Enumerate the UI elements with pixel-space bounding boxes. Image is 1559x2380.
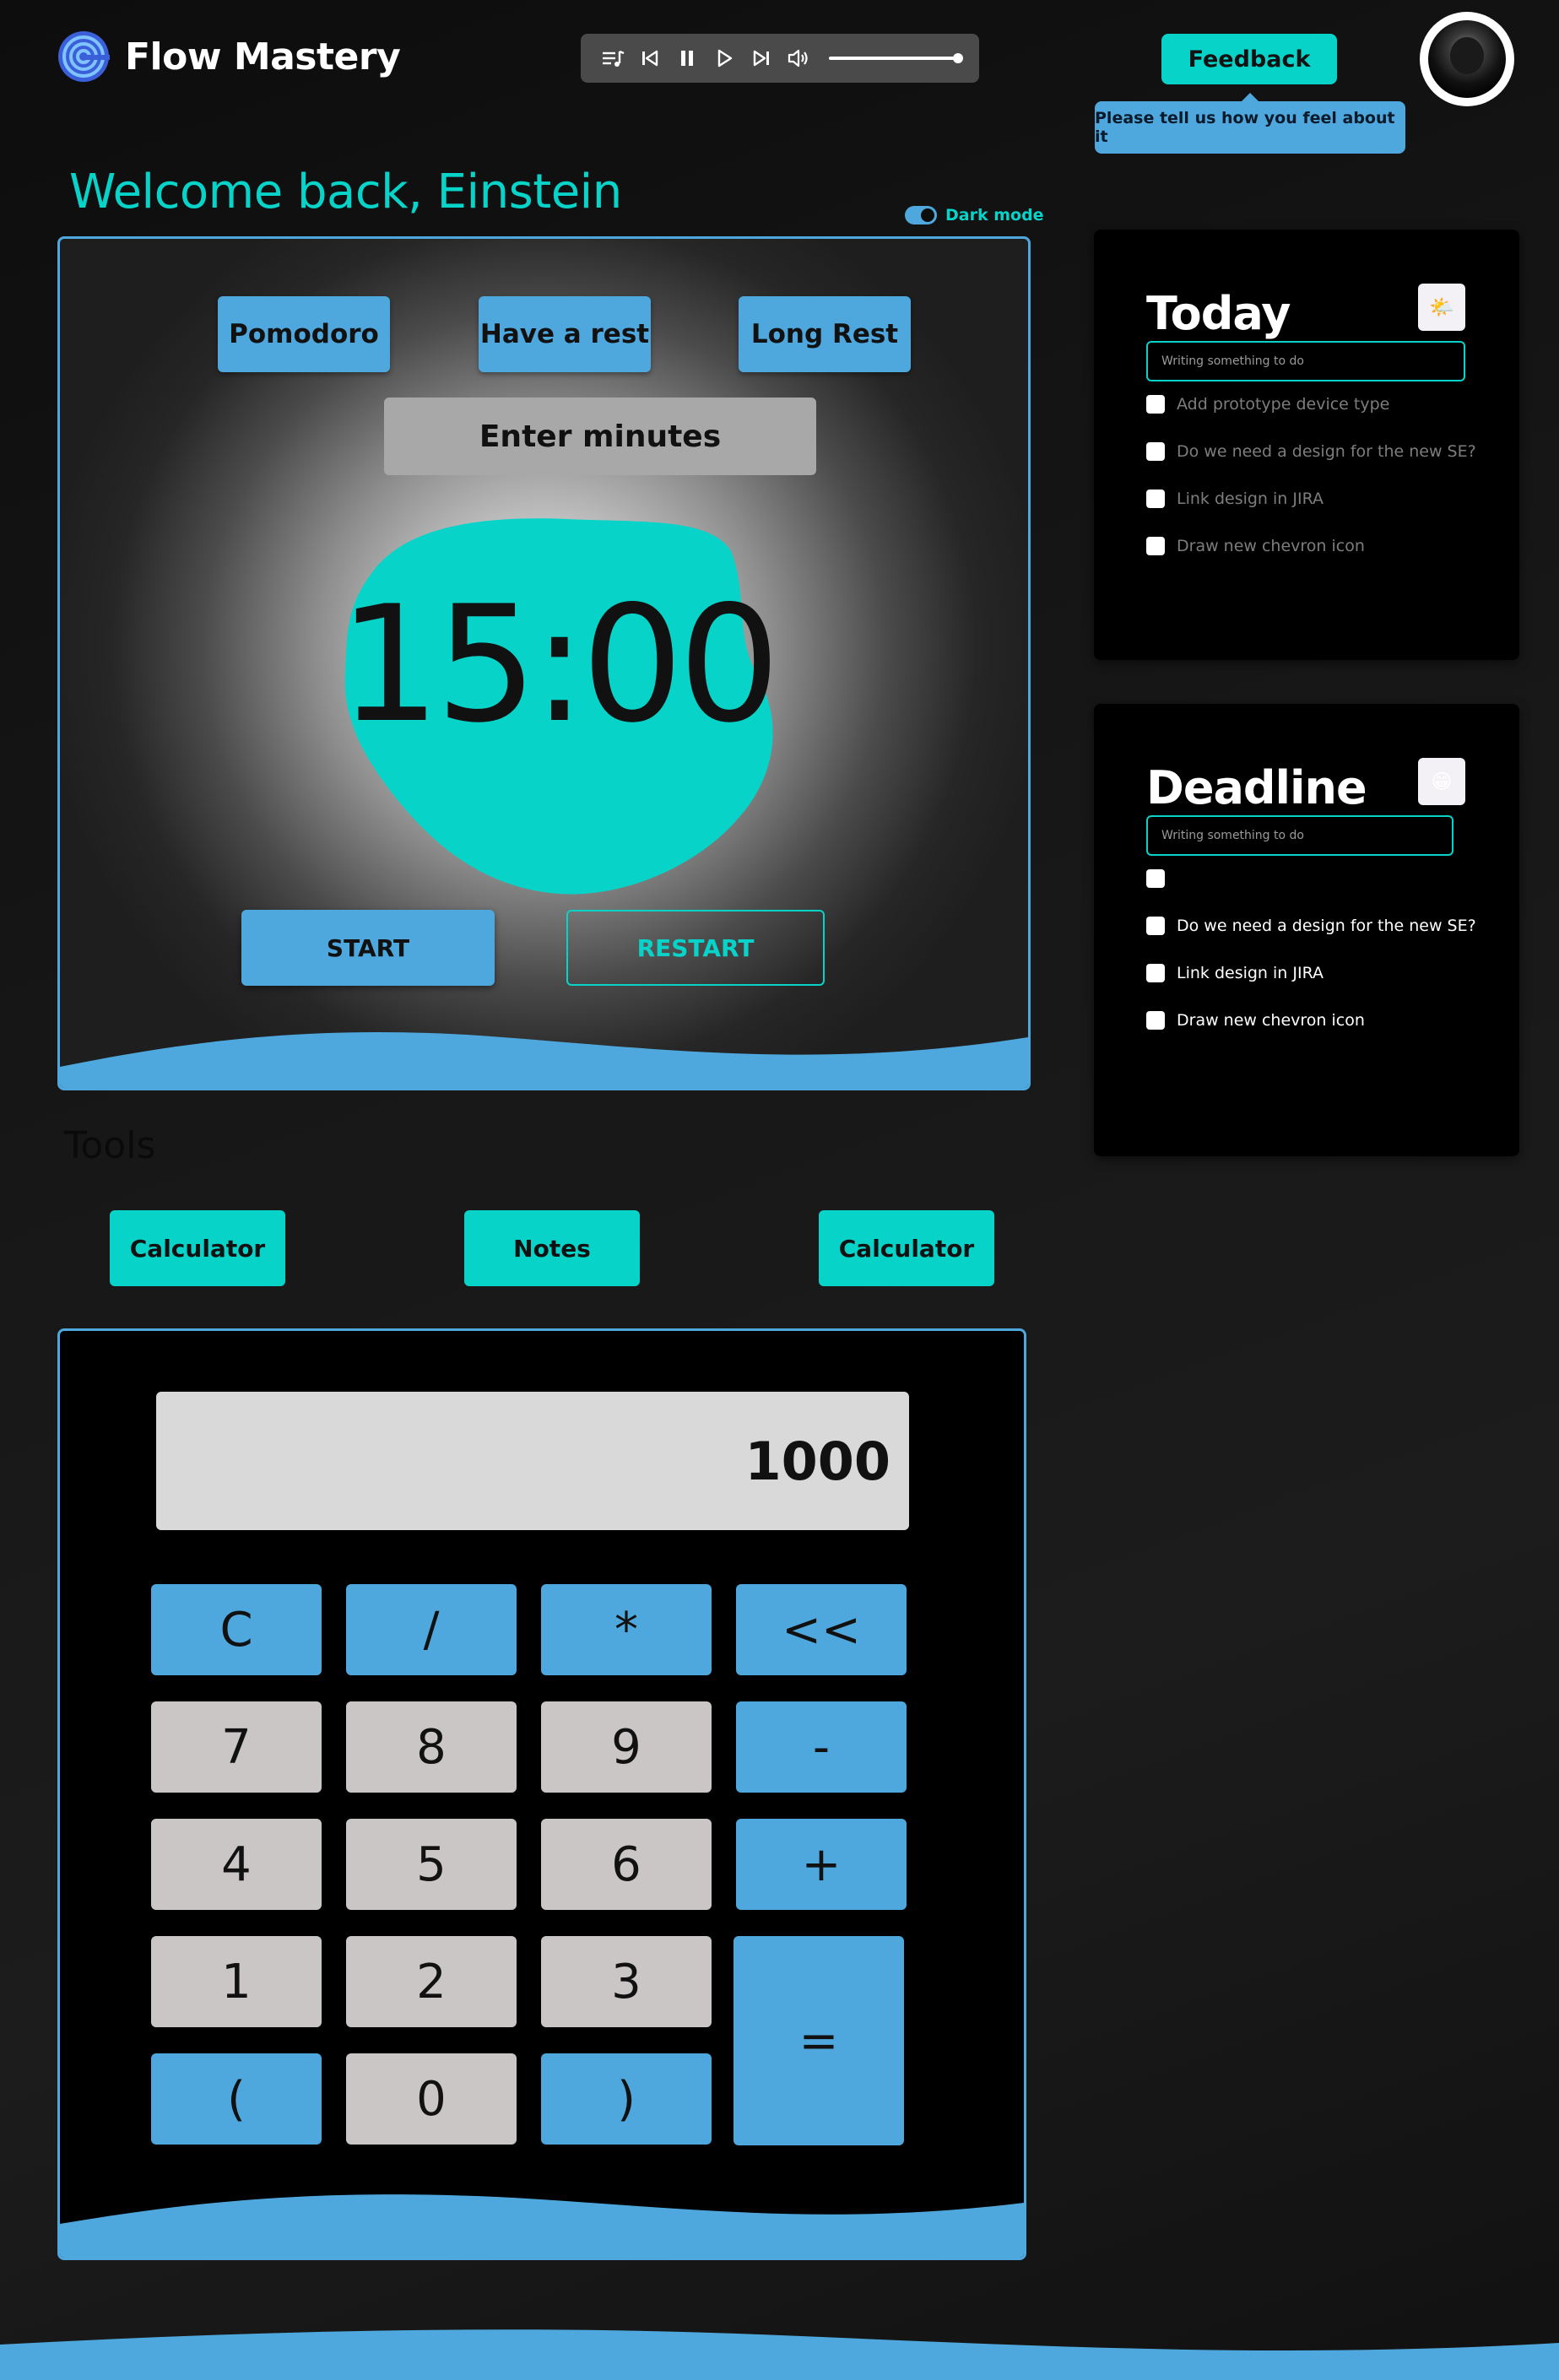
- today-task-input[interactable]: [1146, 341, 1465, 381]
- deadline-task-item[interactable]: Link design in JIRA: [1146, 964, 1324, 982]
- timer-wave-decoration: [60, 1031, 1028, 1088]
- today-task-item[interactable]: Add prototype device type: [1146, 395, 1389, 414]
- tools-heading: Tools: [64, 1124, 156, 1167]
- calc-key-2[interactable]: 2: [346, 1936, 517, 2027]
- calculator-tool-button-2[interactable]: Calculator: [819, 1210, 994, 1286]
- play-icon[interactable]: [712, 46, 736, 71]
- pause-icon[interactable]: [675, 46, 699, 71]
- task-label: Draw new chevron icon: [1177, 1011, 1365, 1030]
- calc-key-minus[interactable]: -: [736, 1701, 907, 1793]
- calculator-panel: 1000 C / * << 7 8 9 - 4 5 6 + 1 2 3 = ( …: [57, 1328, 1026, 2260]
- calc-key-1[interactable]: 1: [151, 1936, 322, 2027]
- calc-key-3[interactable]: 3: [541, 1936, 712, 2027]
- calculator-tool-button[interactable]: Calculator: [110, 1210, 285, 1286]
- dark-mode-control[interactable]: Dark mode: [905, 206, 1044, 224]
- task-checkbox[interactable]: [1146, 442, 1165, 461]
- volume-slider[interactable]: [829, 53, 963, 63]
- dark-mode-toggle[interactable]: [905, 206, 937, 224]
- today-title: Today: [1146, 287, 1291, 340]
- calc-key-backspace[interactable]: <<: [736, 1584, 907, 1675]
- playlist-icon[interactable]: [601, 46, 625, 71]
- timer-display: 15:00: [338, 571, 781, 758]
- calc-key-6[interactable]: 6: [541, 1819, 712, 1910]
- calc-key-close-paren[interactable]: ): [541, 2053, 712, 2145]
- app-logo[interactable]: Flow Mastery: [57, 30, 401, 83]
- restart-button[interactable]: RESTART: [566, 910, 825, 986]
- have-a-rest-button[interactable]: Have a rest: [479, 296, 651, 372]
- calc-key-4[interactable]: 4: [151, 1819, 322, 1910]
- task-checkbox[interactable]: [1146, 1011, 1165, 1030]
- spiral-logo-icon: [58, 31, 110, 82]
- task-checkbox[interactable]: [1146, 964, 1165, 982]
- deadline-task-item[interactable]: Draw new chevron icon: [1146, 1011, 1365, 1030]
- minutes-input[interactable]: [384, 398, 816, 475]
- page-footer-wave: [0, 2329, 1559, 2380]
- app-name: Flow Mastery: [125, 35, 401, 78]
- start-button[interactable]: START: [241, 910, 495, 986]
- user-avatar[interactable]: [1420, 12, 1514, 106]
- calc-key-8[interactable]: 8: [346, 1701, 517, 1793]
- today-task-item[interactable]: Do we need a design for the new SE?: [1146, 442, 1476, 461]
- today-card: Today 🌤️ Add prototype device type Do we…: [1094, 230, 1519, 660]
- deadline-task-item[interactable]: [1146, 869, 1177, 888]
- today-task-item[interactable]: Draw new chevron icon: [1146, 537, 1365, 555]
- calc-key-clear[interactable]: C: [151, 1584, 322, 1675]
- task-label: Link design in JIRA: [1177, 964, 1324, 982]
- calc-key-0[interactable]: 0: [346, 2053, 517, 2145]
- feedback-button[interactable]: Feedback: [1161, 34, 1337, 84]
- task-label: Do we need a design for the new SE?: [1177, 442, 1476, 461]
- calc-key-7[interactable]: 7: [151, 1701, 322, 1793]
- timer-panel: Pomodoro Have a rest Long Rest 15:00 STA…: [57, 236, 1031, 1090]
- task-label: Do we need a design for the new SE?: [1177, 917, 1476, 935]
- calc-key-9[interactable]: 9: [541, 1701, 712, 1793]
- welcome-heading: Welcome back, Einstein: [69, 165, 622, 219]
- calc-key-plus[interactable]: +: [736, 1819, 907, 1910]
- pomodoro-button[interactable]: Pomodoro: [218, 296, 390, 372]
- task-label: Draw new chevron icon: [1177, 537, 1365, 555]
- task-checkbox[interactable]: [1146, 869, 1165, 888]
- grinning-face-icon[interactable]: 😁: [1418, 758, 1465, 805]
- previous-icon[interactable]: [638, 46, 662, 71]
- calc-key-multiply[interactable]: *: [541, 1584, 712, 1675]
- volume-icon[interactable]: [787, 46, 810, 71]
- notes-tool-button[interactable]: Notes: [464, 1210, 640, 1286]
- volume-slider-handle[interactable]: [953, 53, 963, 63]
- avatar-image: [1428, 20, 1506, 98]
- dark-mode-label: Dark mode: [945, 206, 1044, 224]
- calculator-display: 1000: [156, 1392, 909, 1530]
- long-rest-button[interactable]: Long Rest: [739, 296, 911, 372]
- task-checkbox[interactable]: [1146, 490, 1165, 508]
- music-player: [581, 34, 979, 83]
- calc-key-divide[interactable]: /: [346, 1584, 517, 1675]
- calc-key-5[interactable]: 5: [346, 1819, 517, 1910]
- deadline-task-input[interactable]: [1146, 815, 1453, 856]
- task-checkbox[interactable]: [1146, 917, 1165, 935]
- today-task-item[interactable]: Link design in JIRA: [1146, 490, 1324, 508]
- task-checkbox[interactable]: [1146, 537, 1165, 555]
- task-label: Add prototype device type: [1177, 395, 1390, 414]
- task-checkbox[interactable]: [1146, 395, 1165, 414]
- task-label: Link design in JIRA: [1177, 490, 1324, 508]
- calc-key-open-paren[interactable]: (: [151, 2053, 322, 2145]
- deadline-card: Deadline 😁 Do we need a design for the n…: [1094, 704, 1519, 1156]
- calculator-wave-decoration: [60, 2194, 1024, 2258]
- feedback-tooltip: Please tell us how you feel about it: [1095, 93, 1405, 154]
- calc-key-equals[interactable]: =: [733, 1936, 904, 2145]
- next-icon[interactable]: [750, 46, 773, 71]
- deadline-task-item[interactable]: Do we need a design for the new SE?: [1146, 917, 1476, 935]
- sun-cloud-icon[interactable]: 🌤️: [1418, 284, 1465, 331]
- deadline-title: Deadline: [1146, 761, 1367, 814]
